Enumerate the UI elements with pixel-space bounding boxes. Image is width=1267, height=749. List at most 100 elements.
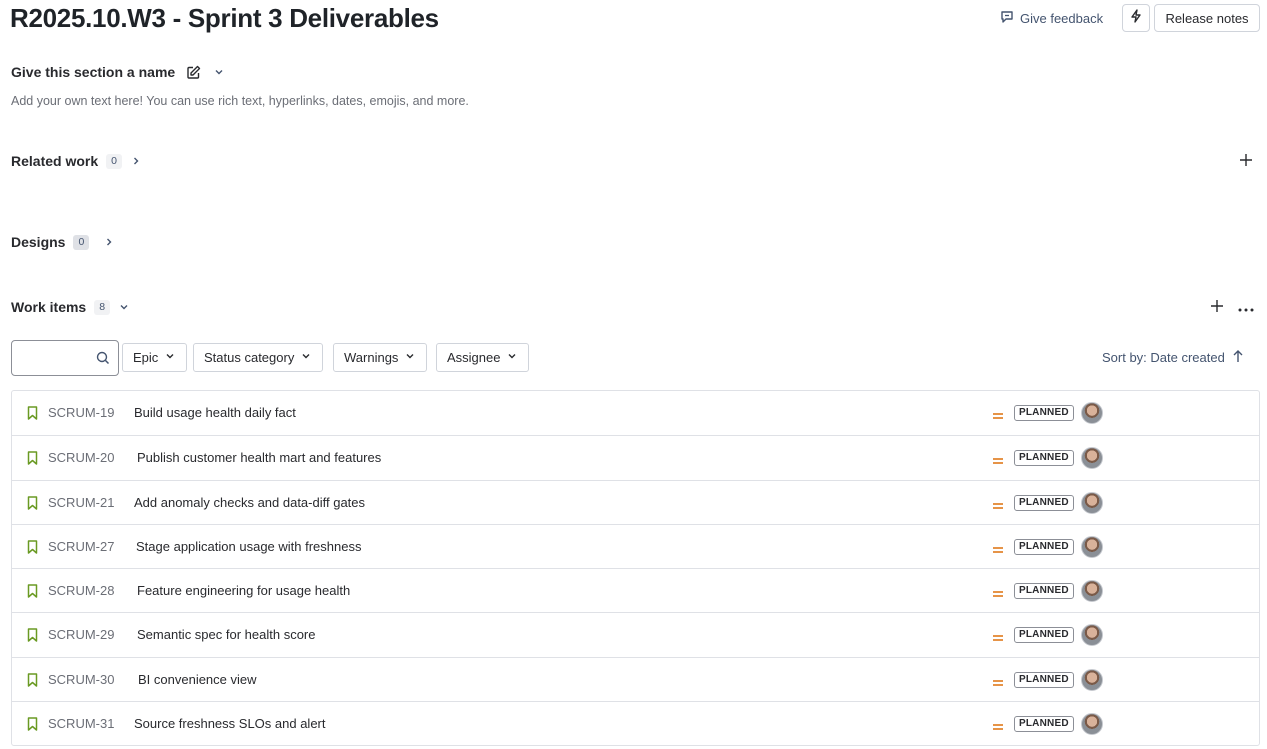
issue-summary[interactable]: Feature engineering for usage health xyxy=(137,583,350,598)
plus-icon xyxy=(1239,153,1253,172)
issue-key[interactable]: SCRUM-30 xyxy=(48,672,114,687)
issue-summary[interactable]: Source freshness SLOs and alert xyxy=(134,716,326,731)
issue-summary[interactable]: Add anomaly checks and data-diff gates xyxy=(134,495,365,510)
table-row[interactable]: SCRUM-28 Feature engineering for usage h… xyxy=(12,568,1259,612)
avatar[interactable] xyxy=(1081,668,1103,691)
table-row[interactable]: SCRUM-27 Stage application usage with fr… xyxy=(12,523,1259,568)
designs-count: 0 xyxy=(73,234,90,250)
related-work-count: 0 xyxy=(106,153,122,169)
bookmark-icon xyxy=(27,584,38,603)
avatar[interactable] xyxy=(1081,624,1103,647)
search-field[interactable] xyxy=(11,340,119,376)
page-title: R2025.10.W3 - Sprint 3 Deliverables xyxy=(10,3,439,33)
status-category-filter[interactable]: Status category xyxy=(193,343,324,372)
chevron-down-icon[interactable] xyxy=(213,66,225,78)
issue-summary[interactable]: Stage application usage with freshness xyxy=(136,539,361,554)
table-row[interactable]: SCRUM-20 Publish customer health mart an… xyxy=(12,435,1259,479)
bookmark-icon xyxy=(27,451,38,470)
chevron-down-icon xyxy=(506,350,518,365)
issue-key[interactable]: SCRUM-28 xyxy=(48,583,114,598)
avatar[interactable] xyxy=(1081,491,1103,514)
give-feedback-button[interactable]: Give feedback xyxy=(1000,9,1103,27)
work-items-header[interactable]: Work items 8 xyxy=(11,299,130,315)
equals-icon xyxy=(992,541,1004,559)
pencil-square-icon[interactable] xyxy=(186,65,201,80)
add-related-work-button[interactable] xyxy=(1237,153,1255,171)
issue-key[interactable]: SCRUM-31 xyxy=(48,716,114,731)
status-badge[interactable]: PLANNED xyxy=(1014,716,1074,733)
search-input[interactable] xyxy=(12,341,92,375)
issue-summary[interactable]: BI convenience view xyxy=(138,672,257,687)
status-badge[interactable]: PLANNED xyxy=(1014,583,1074,600)
issue-key[interactable]: SCRUM-20 xyxy=(48,450,114,465)
chevron-down-icon[interactable] xyxy=(118,301,130,313)
add-work-item-button[interactable] xyxy=(1208,299,1226,317)
more-actions-button[interactable] xyxy=(1236,299,1256,317)
avatar[interactable] xyxy=(1081,402,1103,424)
table-row[interactable]: SCRUM-29 Semantic spec for health score … xyxy=(12,612,1259,656)
equals-icon xyxy=(992,452,1004,470)
table-row[interactable]: SCRUM-21 Add anomaly checks and data-dif… xyxy=(12,479,1259,524)
issue-key[interactable]: SCRUM-27 xyxy=(48,539,114,554)
avatar[interactable] xyxy=(1081,535,1103,558)
chevron-down-icon xyxy=(404,350,416,365)
bookmark-icon xyxy=(27,628,38,647)
status-badge[interactable]: PLANNED xyxy=(1014,494,1074,511)
issue-key[interactable]: SCRUM-29 xyxy=(48,627,114,642)
issue-summary[interactable]: Semantic spec for health score xyxy=(137,627,315,642)
ellipsis-icon xyxy=(1238,299,1254,317)
section-name-label[interactable]: Give this section a name xyxy=(11,64,175,80)
bookmark-icon xyxy=(27,495,38,515)
issue-key[interactable]: SCRUM-21 xyxy=(48,495,114,510)
arrow-up-icon[interactable] xyxy=(1232,349,1244,366)
status-category-filter-label: Status category xyxy=(204,350,295,365)
chevron-right-icon[interactable] xyxy=(130,155,142,167)
bookmark-icon xyxy=(27,540,38,559)
status-badge[interactable]: PLANNED xyxy=(1014,538,1074,555)
give-feedback-label: Give feedback xyxy=(1020,10,1104,26)
status-badge[interactable]: PLANNED xyxy=(1014,671,1074,688)
avatar[interactable] xyxy=(1081,713,1103,736)
equals-icon xyxy=(992,407,1004,425)
related-work-header[interactable]: Related work 0 xyxy=(11,153,142,169)
bookmark-icon xyxy=(27,673,38,692)
warnings-filter[interactable]: Warnings xyxy=(333,343,428,372)
lightning-bolt-icon xyxy=(1130,8,1142,28)
work-items-list: SCRUM-19 Build usage health daily fact P… xyxy=(11,390,1260,747)
status-badge[interactable]: PLANNED xyxy=(1014,627,1074,644)
table-row[interactable]: SCRUM-30 BI convenience view PLANNED xyxy=(12,656,1259,701)
sort-control[interactable]: Sort by: Date created xyxy=(1102,349,1244,366)
equals-icon xyxy=(992,674,1004,692)
work-items-count: 8 xyxy=(94,299,111,315)
sort-label: Sort by: Date created xyxy=(1102,350,1225,365)
epic-filter[interactable]: Epic xyxy=(122,343,188,372)
table-row[interactable]: SCRUM-31 Source freshness SLOs and alert… xyxy=(12,701,1259,745)
section-description[interactable]: Add your own text here! You can use rich… xyxy=(11,94,469,108)
equals-icon xyxy=(992,718,1004,736)
section-name-header: Give this section a name xyxy=(11,64,225,80)
bookmark-icon xyxy=(27,717,38,736)
issue-summary[interactable]: Publish customer health mart and feature… xyxy=(137,450,381,465)
automation-button[interactable] xyxy=(1122,4,1150,32)
magnifier-icon xyxy=(96,351,110,370)
status-badge[interactable]: PLANNED xyxy=(1014,405,1074,421)
avatar[interactable] xyxy=(1081,447,1103,470)
epic-filter-label: Epic xyxy=(133,350,159,365)
warnings-filter-label: Warnings xyxy=(344,350,399,365)
assignee-filter[interactable]: Assignee xyxy=(436,343,530,372)
designs-header[interactable]: Designs 0 xyxy=(11,234,115,250)
equals-icon xyxy=(992,629,1004,647)
issue-key[interactable]: SCRUM-19 xyxy=(48,405,114,420)
bookmark-icon xyxy=(27,406,38,425)
equals-icon xyxy=(992,497,1004,515)
work-items-label: Work items xyxy=(11,299,87,315)
issue-summary[interactable]: Build usage health daily fact xyxy=(134,405,296,420)
chevron-right-icon[interactable] xyxy=(103,236,115,248)
release-notes-button[interactable]: Release notes xyxy=(1154,4,1260,32)
equals-icon xyxy=(992,585,1004,603)
status-badge[interactable]: PLANNED xyxy=(1014,450,1074,467)
table-row[interactable]: SCRUM-19 Build usage health daily fact P… xyxy=(12,391,1259,435)
chevron-down-icon xyxy=(164,350,176,365)
avatar[interactable] xyxy=(1081,580,1103,603)
plus-icon xyxy=(1210,299,1224,318)
